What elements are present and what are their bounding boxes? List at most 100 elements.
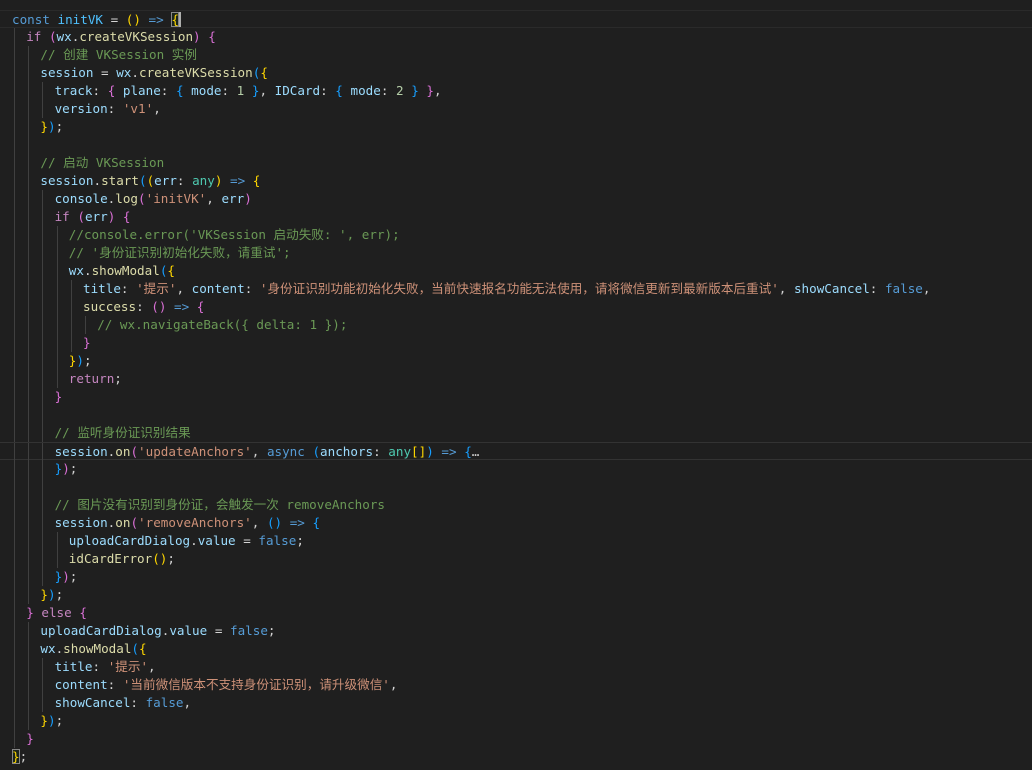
indent-guide	[56, 316, 58, 334]
code-token: (	[138, 173, 147, 188]
folded-region-ellipsis[interactable]: …	[472, 444, 480, 459]
code-token: {	[312, 515, 321, 530]
code-token: )	[62, 569, 70, 584]
code-line[interactable]: idCardError();	[0, 550, 1032, 568]
indent-guide	[28, 154, 30, 172]
code-line[interactable]: if (wx.createVKSession) {	[0, 28, 1032, 46]
code-line[interactable]: const initVK = () => {	[0, 10, 1032, 28]
indent-guide	[42, 443, 44, 461]
code-line[interactable]: session.start((err: any) => {	[0, 172, 1032, 190]
code-line[interactable]: uploadCardDialog.value = false;	[0, 622, 1032, 640]
code-token: on	[115, 444, 131, 459]
code-line[interactable]: if (err) {	[0, 208, 1032, 226]
code-token: =>	[441, 444, 457, 459]
code-token: if	[54, 209, 70, 224]
indent-guide	[42, 280, 44, 298]
code-token: (	[266, 515, 275, 530]
indent-guide	[14, 370, 15, 388]
code-line-text: });	[69, 352, 92, 370]
code-line-text: // 监听身份证识别结果	[55, 424, 191, 442]
code-token: (	[48, 29, 57, 44]
code-line[interactable]: };	[0, 748, 1032, 766]
code-line[interactable]: console.log('initVK', err)	[0, 190, 1032, 208]
code-line[interactable]: });	[0, 568, 1032, 586]
code-line[interactable]: });	[0, 712, 1032, 730]
code-line-text: });	[55, 460, 78, 478]
code-line[interactable]: }	[0, 388, 1032, 406]
code-token: {	[171, 12, 179, 27]
code-line[interactable]: // 图片没有识别到身份证，会触发一次 removeAnchors	[0, 496, 1032, 514]
code-line-text: // '身份证识别初始化失败，请重试';	[69, 244, 291, 262]
code-line[interactable]: session = wx.createVKSession({	[0, 64, 1032, 82]
code-line[interactable]: // 启动 VKSession	[0, 154, 1032, 172]
indent-guide	[42, 190, 44, 208]
code-line[interactable]: session.on('updateAnchors', async (ancho…	[0, 442, 1032, 461]
code-line[interactable]: });	[0, 352, 1032, 370]
indent-guide	[14, 568, 15, 586]
code-line[interactable]: uploadCardDialog.value = false;	[0, 532, 1032, 550]
code-line[interactable]: return;	[0, 370, 1032, 388]
code-line[interactable]: version: 'v1',	[0, 100, 1032, 118]
code-token: }	[83, 335, 91, 350]
indent-guide	[28, 190, 30, 208]
code-line[interactable]: }	[0, 730, 1032, 748]
code-line[interactable]: wx.showModal({	[0, 262, 1032, 280]
code-line[interactable]	[0, 136, 1032, 154]
code-token: value	[169, 623, 208, 638]
code-token: :	[107, 677, 123, 692]
code-token: ;	[267, 623, 276, 638]
code-token: showCancel	[793, 281, 870, 296]
code-line[interactable]	[0, 478, 1032, 496]
code-token: (	[130, 515, 139, 530]
code-line[interactable]: success: () => {	[0, 298, 1032, 316]
code-line-text: showCancel: false,	[55, 694, 192, 712]
indent-guide	[14, 712, 15, 730]
code-line[interactable]: showCancel: false,	[0, 694, 1032, 712]
code-token: 2	[396, 83, 404, 98]
code-token: mode	[191, 83, 222, 98]
code-line[interactable]: });	[0, 460, 1032, 478]
code-line-text: content: '当前微信版本不支持身份证识别，请升级微信',	[55, 676, 398, 694]
indent-guide	[56, 280, 58, 298]
code-line[interactable]: });	[0, 118, 1032, 136]
code-token: .	[83, 263, 92, 278]
code-line[interactable]: track: { plane: { mode: 1 }, IDCard: { m…	[0, 82, 1032, 100]
indent-guide	[28, 46, 30, 64]
indent-guide	[14, 658, 15, 676]
code-token: =	[207, 623, 230, 638]
code-token: session	[40, 173, 94, 188]
code-line[interactable]: title: '提示',	[0, 658, 1032, 676]
code-line-text: };	[12, 748, 27, 766]
code-line[interactable]	[0, 406, 1032, 424]
code-line[interactable]: } else {	[0, 604, 1032, 622]
code-line[interactable]: session.on('removeAnchors', () => {	[0, 514, 1032, 532]
indent-guide	[42, 316, 44, 334]
code-line[interactable]: //console.error('VKSession 启动失败: ', err)…	[0, 226, 1032, 244]
indent-guide	[42, 334, 44, 352]
indent-guide	[14, 28, 15, 46]
code-editor[interactable]: const initVK = () => {if (wx.createVKSes…	[0, 0, 1032, 770]
code-line[interactable]: title: '提示', content: '身份证识别功能初始化失败，当前快速…	[0, 280, 1032, 298]
code-line[interactable]: wx.showModal({	[0, 640, 1032, 658]
code-token: value	[197, 533, 236, 548]
code-line[interactable]: }	[0, 334, 1032, 352]
indent-guide	[28, 118, 30, 136]
code-line[interactable]: // '身份证识别初始化失败，请重试';	[0, 244, 1032, 262]
code-line[interactable]: // wx.navigateBack({ delta: 1 });	[0, 316, 1032, 334]
code-token: )	[47, 713, 56, 728]
code-line[interactable]: // 监听身份证识别结果	[0, 424, 1032, 442]
code-line[interactable]: });	[0, 586, 1032, 604]
indent-guide	[14, 640, 15, 658]
code-token: ,	[251, 515, 267, 530]
indent-guide	[42, 514, 44, 532]
code-token: ,	[183, 695, 192, 710]
code-line[interactable]: // 创建 VKSession 实例	[0, 46, 1032, 64]
code-token: [	[411, 444, 419, 459]
code-token: ,	[206, 191, 222, 206]
code-line[interactable]: content: '当前微信版本不支持身份证识别，请升级微信',	[0, 676, 1032, 694]
indent-guide	[14, 64, 15, 82]
indent-guide	[14, 496, 15, 514]
